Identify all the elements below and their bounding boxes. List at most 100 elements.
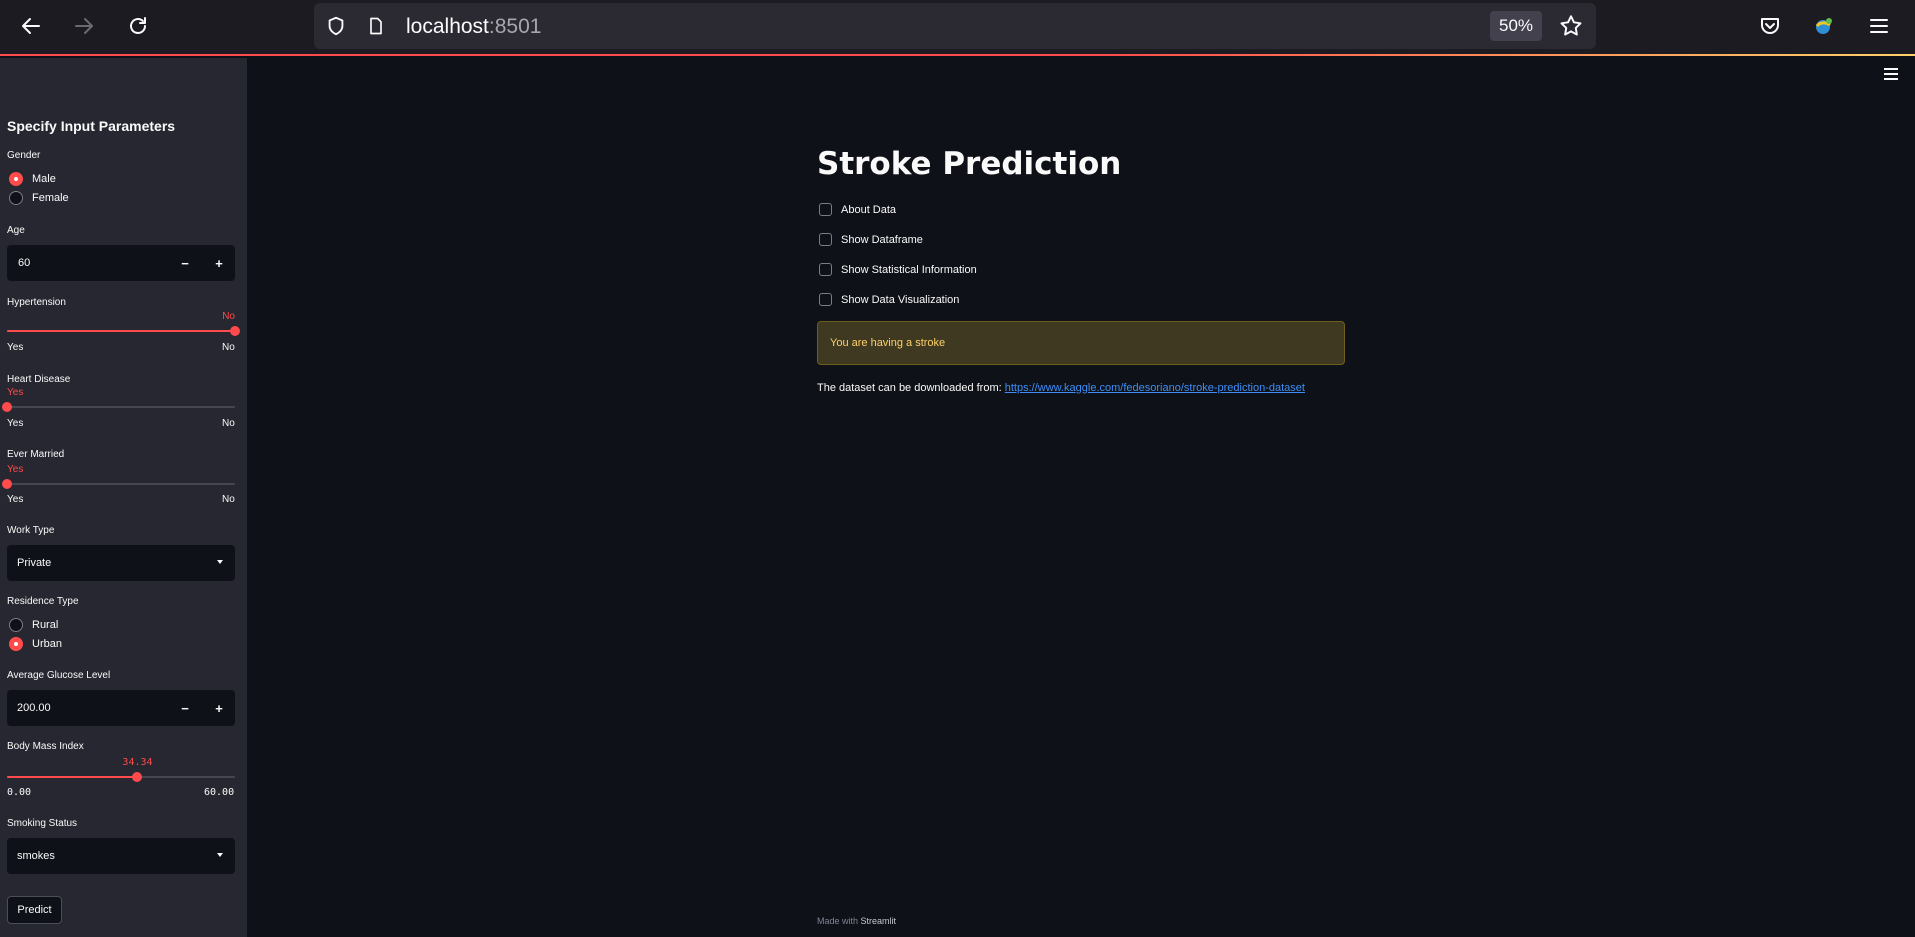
alert-message: You are having a stroke bbox=[830, 337, 946, 349]
age-decrement-button[interactable]: − bbox=[168, 245, 202, 281]
work-type-select[interactable]: Private bbox=[7, 545, 235, 581]
checkbox-label: About Data bbox=[841, 203, 897, 216]
hamburger-menu-icon bbox=[1870, 19, 1888, 33]
pocket-button[interactable] bbox=[1754, 10, 1786, 42]
checkbox-box[interactable] bbox=[819, 233, 832, 246]
slider-track bbox=[7, 406, 235, 408]
checkbox-show-statistical-information[interactable]: Show Statistical Information bbox=[819, 263, 977, 276]
gender-option-female[interactable]: Female bbox=[9, 191, 69, 205]
radio-unselected[interactable] bbox=[9, 191, 23, 205]
back-button[interactable] bbox=[15, 10, 47, 42]
residence-option-urban[interactable]: Urban bbox=[9, 637, 62, 651]
app-menu-button[interactable] bbox=[1863, 10, 1895, 42]
dataset-link[interactable]: https://www.kaggle.com/fedesoriano/strok… bbox=[1005, 382, 1305, 394]
extension-button[interactable] bbox=[1808, 10, 1840, 42]
arrow-right-icon bbox=[75, 18, 93, 34]
slider-max-label: No bbox=[222, 342, 235, 353]
smoking-status-label: Smoking Status bbox=[7, 818, 78, 829]
url-text[interactable]: localhost:8501 bbox=[406, 15, 541, 39]
age-increment-button[interactable]: + bbox=[202, 245, 236, 281]
checkbox-show-data-visualization[interactable]: Show Data Visualization bbox=[819, 293, 959, 306]
slider-min-label: Yes bbox=[7, 494, 24, 505]
page-title: Stroke Prediction bbox=[817, 146, 1122, 182]
footer-brand-link[interactable]: Streamlit bbox=[861, 916, 897, 926]
hypertension-label: Hypertension bbox=[7, 297, 66, 308]
checkbox-show-dataframe[interactable]: Show Dataframe bbox=[819, 233, 923, 246]
glucose-value[interactable]: 200.00 bbox=[17, 702, 51, 714]
gender-option-male[interactable]: Male bbox=[9, 172, 56, 186]
bookmark-star-icon[interactable] bbox=[1558, 13, 1584, 39]
slider-min-label: 0.00 bbox=[7, 787, 32, 798]
extension-globe-icon bbox=[1815, 18, 1832, 34]
bmi-slider[interactable]: 34.34 bbox=[7, 757, 235, 785]
slider-thumb[interactable] bbox=[2, 402, 12, 412]
glucose-number-input[interactable]: 200.00 − + bbox=[7, 690, 235, 726]
radio-selected[interactable] bbox=[9, 172, 23, 186]
slider-thumb[interactable] bbox=[230, 326, 240, 336]
slider-current-value: Yes bbox=[7, 464, 24, 475]
age-value[interactable]: 60 bbox=[18, 257, 30, 269]
dataset-prefix: The dataset can be downloaded from: bbox=[817, 382, 1002, 394]
residence-option-label: Rural bbox=[32, 619, 59, 631]
app-menu-icon[interactable] bbox=[1884, 68, 1898, 80]
sidebar-title: Specify Input Parameters bbox=[7, 118, 176, 134]
shield-icon[interactable] bbox=[324, 14, 348, 38]
smoking-status-value: smokes bbox=[17, 850, 55, 862]
slider-track bbox=[7, 483, 235, 485]
slider-fill bbox=[7, 776, 138, 778]
glucose-increment-button[interactable]: + bbox=[202, 690, 236, 726]
footer-prefix: Made with bbox=[817, 916, 859, 926]
checkbox-about-data[interactable]: About Data bbox=[819, 203, 896, 216]
chevron-down-icon bbox=[217, 560, 223, 564]
checkbox-label: Show Data Visualization bbox=[841, 293, 960, 306]
checkbox-box[interactable] bbox=[819, 293, 832, 306]
address-bar[interactable]: localhost:8501 50% bbox=[314, 3, 1596, 49]
footer: Made with Streamlit bbox=[817, 916, 896, 926]
checkbox-label: Show Dataframe bbox=[841, 233, 923, 246]
residence-option-label: Urban bbox=[32, 638, 62, 650]
sidebar: Specify Input Parameters Gender Male Fem… bbox=[0, 58, 247, 937]
radio-selected[interactable] bbox=[9, 637, 23, 651]
forward-button[interactable] bbox=[68, 10, 100, 42]
prediction-warning-alert: You are having a stroke bbox=[817, 321, 1345, 365]
ever-married-label: Ever Married bbox=[7, 449, 65, 460]
slider-min-label: Yes bbox=[7, 342, 24, 353]
heart-disease-label: Heart Disease bbox=[7, 374, 71, 385]
residence-type-label: Residence Type bbox=[7, 596, 79, 607]
page-icon[interactable] bbox=[364, 14, 388, 38]
smoking-status-select[interactable]: smokes bbox=[7, 838, 235, 874]
age-label: Age bbox=[7, 225, 25, 236]
browser-toolbar: localhost:8501 50% bbox=[0, 0, 1915, 56]
toolbar-accent-line bbox=[1100, 54, 1915, 56]
ever-married-slider[interactable]: Yes bbox=[2, 464, 235, 492]
age-number-input[interactable]: 60 − + bbox=[7, 245, 235, 281]
glucose-decrement-button[interactable]: − bbox=[168, 690, 202, 726]
checkbox-box[interactable] bbox=[819, 203, 832, 216]
slider-max-label: No bbox=[222, 418, 235, 429]
gender-option-label: Female bbox=[32, 192, 69, 204]
slider-thumb[interactable] bbox=[132, 772, 143, 782]
slider-max-label: 60.00 bbox=[204, 787, 235, 798]
slider-thumb[interactable] bbox=[2, 479, 12, 489]
predict-button[interactable]: Predict bbox=[7, 896, 62, 924]
slider-current-value: Yes bbox=[7, 387, 24, 398]
checkbox-label: Show Statistical Information bbox=[841, 263, 977, 276]
slider-max-label: No bbox=[222, 494, 235, 505]
gender-option-label: Male bbox=[32, 173, 56, 185]
arrow-left-icon bbox=[22, 18, 40, 34]
checkbox-box[interactable] bbox=[819, 263, 832, 276]
glucose-label: Average Glucose Level bbox=[7, 670, 111, 681]
slider-min-label: Yes bbox=[7, 418, 24, 429]
residence-option-rural[interactable]: Rural bbox=[9, 618, 58, 632]
reload-button[interactable] bbox=[122, 10, 154, 42]
bmi-label: Body Mass Index bbox=[7, 741, 84, 752]
dataset-source-text: The dataset can be downloaded from: http… bbox=[817, 382, 1305, 394]
slider-current-value: 34.34 bbox=[122, 757, 153, 768]
heart-disease-slider[interactable]: Yes bbox=[2, 387, 235, 415]
radio-unselected[interactable] bbox=[9, 618, 23, 632]
pocket-icon bbox=[1761, 18, 1779, 34]
chevron-down-icon bbox=[217, 853, 223, 857]
work-type-label: Work Type bbox=[7, 525, 55, 536]
zoom-level-badge[interactable]: 50% bbox=[1490, 11, 1542, 41]
hypertension-slider[interactable]: No bbox=[7, 311, 240, 339]
